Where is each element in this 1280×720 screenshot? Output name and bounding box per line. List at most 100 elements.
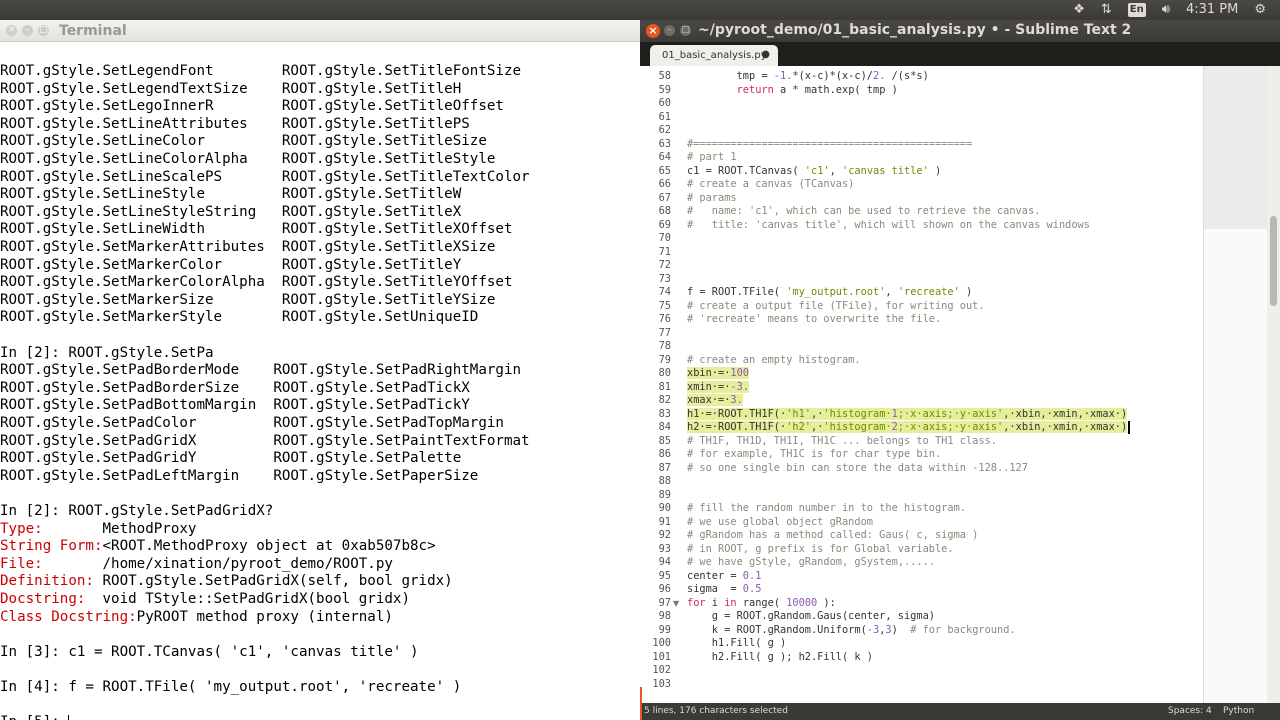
terminal-line-text: ROOT.gStyle.SetMarkerSize ROOT.gStyle.Se…	[0, 291, 496, 308]
code-line: # in ROOT, g prefix is for Global variab…	[687, 543, 954, 557]
terminal-line: Docstring: void TStyle::SetPadGridX(bool…	[0, 591, 410, 609]
line-number: 73	[658, 272, 671, 285]
minimize-icon[interactable]: –	[664, 25, 675, 36]
scrollbar-thumb[interactable]	[1270, 216, 1277, 306]
terminal-line: ROOT.gStyle.SetLegendTextSize ROOT.gStyl…	[0, 81, 461, 99]
selected-code-text: xbin·=·100	[687, 367, 750, 379]
code-line-text: h1.Fill( g )	[687, 637, 787, 649]
system-tray: ❖ ⇅ En 🔊︎ 4:31 PM ⚙	[1073, 2, 1266, 18]
terminal-line: String Form:<ROOT.MethodProxy object at …	[0, 538, 436, 556]
code-line: #=======================================…	[687, 138, 972, 152]
terminal-line: ROOT.gStyle.SetPadGridX ROOT.gStyle.SetP…	[0, 433, 530, 451]
line-number: 96	[658, 583, 671, 595]
code-line: xmin·=·-3.	[687, 380, 750, 395]
terminal-line: ROOT.gStyle.SetMarkerColorAlpha ROOT.gSt…	[0, 274, 513, 292]
keyboard-layout-indicator[interactable]: En	[1127, 3, 1146, 17]
help-field-key: File:	[0, 555, 43, 572]
code-line-text: # for example, TH1C is for char type bin…	[687, 448, 942, 460]
code-line-text: for i in range( 10000 ):	[687, 596, 836, 609]
launcher-accent	[640, 687, 642, 720]
selected-code-text: h2·=·ROOT.TH1F(·'h2',·'histogram·2;·x·ax…	[687, 421, 1128, 433]
code-line: xmax·=·3.	[687, 394, 743, 408]
line-number: 81	[658, 380, 671, 393]
terminal-line: ROOT.gStyle.SetLineColorAlpha ROOT.gStyl…	[0, 151, 495, 169]
maximize-icon[interactable]: □	[38, 25, 49, 36]
tab-bar: 01_basic_analysis.py ●	[640, 42, 1280, 66]
code-line: h1.Fill( g )	[687, 637, 786, 651]
terminal-line: ROOT.gStyle.SetLineStyle ROOT.gStyle.Set…	[0, 186, 461, 204]
terminal-line: Class Docstring:PyROOT method proxy (int…	[0, 609, 393, 627]
code-line-text: k = ROOT.gRandom.Uniform(-3,3) # for bac…	[687, 623, 1016, 636]
volume-icon[interactable]: 🔊︎	[1162, 2, 1170, 18]
terminal-line-text: ROOT.gStyle.SetLineColorAlpha ROOT.gStyl…	[0, 151, 496, 167]
unsaved-dot-icon[interactable]: ●	[761, 49, 770, 60]
terminal-line-text: In [2]: ROOT.gStyle.SetPadGridX?	[0, 503, 274, 519]
terminal-line-text: In [5]:	[0, 714, 68, 720]
terminal-line: ROOT.gStyle.SetLineAttributes ROOT.gStyl…	[0, 116, 470, 134]
terminal-line-text: ROOT.gStyle.SetPadLeftMargin ROOT.gStyle…	[0, 467, 479, 484]
terminal-line-text: ROOT.gStyle.SetLineScalePS ROOT.gStyle.S…	[0, 168, 530, 185]
terminal-line-text: In [3]: c1 = ROOT.TCanvas( 'c1', 'canvas…	[0, 643, 419, 660]
code-area[interactable]: tmp = -1.*(x-c)*(x-c)/2. /(s*s) return a…	[687, 66, 1202, 703]
terminal-output[interactable]: ROOT.gStyle.SetLegendFont ROOT.gStyle.Se…	[0, 42, 640, 720]
terminal-line-text: /home/xination/pyroot_demo/ROOT.py	[42, 555, 393, 572]
fold-arrow-icon[interactable]: ▼	[673, 597, 679, 611]
terminal-line: ROOT.gStyle.SetMarkerColor ROOT.gStyle.S…	[0, 257, 461, 275]
code-line: tmp = -1.*(x-c)*(x-c)/2. /(s*s)	[687, 70, 929, 84]
gear-icon[interactable]: ⚙	[1254, 2, 1266, 18]
code-line-text: h2.Fill( g ); h2.Fill( k )	[687, 650, 873, 663]
terminal-line: ROOT.gStyle.SetLineWidth ROOT.gStyle.Set…	[0, 221, 513, 239]
terminal-line-text: PyROOT method proxy (internal)	[136, 608, 393, 625]
code-line-text: sigma = 0.5	[687, 583, 762, 595]
terminal-line: ROOT.gStyle.SetPadLeftMargin ROOT.gStyle…	[0, 468, 478, 486]
vertical-scrollbar[interactable]	[1267, 66, 1280, 703]
code-line-text: c1 = ROOT.TCanvas( 'c1', 'canvas title' …	[687, 164, 942, 177]
close-icon[interactable]: ×	[646, 24, 660, 38]
sublime-titlebar: × – □ ~/pyroot_demo/01_basic_analysis.py…	[640, 20, 1280, 42]
terminal-cursor	[68, 714, 70, 720]
code-line-text: # TH1F, TH1D, TH1I, TH1C ... belongs to …	[687, 434, 997, 447]
code-line: # create a canvas (TCanvas)	[687, 178, 854, 192]
terminal-line-text: ROOT.gStyle.SetLineStyleString ROOT.gSty…	[0, 203, 462, 220]
code-line-text: #=======================================…	[687, 137, 973, 150]
terminal-line: In [2]: ROOT.gStyle.SetPa	[0, 345, 214, 363]
close-icon[interactable]: ×	[6, 25, 17, 36]
line-number: 75	[658, 299, 671, 312]
help-field-key: Docstring:	[0, 591, 86, 607]
line-number: 94	[658, 556, 671, 568]
selected-code-text: xmin·=·-3.	[687, 380, 750, 393]
code-line: # title: 'canvas title', which will show…	[687, 219, 1090, 233]
tab-label: 01_basic_analysis.py	[662, 50, 767, 61]
tab-01-basic-analysis[interactable]: 01_basic_analysis.py ●	[650, 45, 778, 66]
code-line-text: # 'recreate' means to overwrite the file…	[687, 313, 942, 325]
network-icon[interactable]: ⇅	[1101, 2, 1112, 18]
indentation-status[interactable]: Spaces: 4	[1168, 703, 1212, 720]
code-line: # fill the random number in to the histo…	[687, 502, 966, 516]
code-editor[interactable]: 58 59 60 61 62 63 64 65 66 67 68 69 70 71 72 73 74 75 76 77…	[640, 66, 1280, 703]
code-line-text: f = ROOT.TFile( 'my_output.root', 'recre…	[687, 286, 973, 298]
minimap-viewport[interactable]	[1204, 66, 1268, 229]
code-line: k = ROOT.gRandom.Uniform(-3,3) # for bac…	[687, 624, 1016, 638]
maximize-icon[interactable]: □	[680, 25, 691, 36]
line-number: 60	[658, 97, 671, 109]
code-line: # part 1	[687, 151, 737, 165]
clock[interactable]: 4:31 PM	[1186, 2, 1238, 18]
syntax-status[interactable]: Python	[1223, 703, 1254, 720]
line-gutter: 58 59 60 61 62 63 64 65 66 67 68 69 70 71 72 73 74 75 76 77…	[640, 66, 682, 703]
code-line-text: # create a output file (TFile), for writ…	[687, 299, 985, 312]
minimap[interactable]	[1203, 66, 1268, 703]
line-number: 76	[658, 313, 671, 325]
terminal-line: ROOT.gStyle.SetLineStyleString ROOT.gSty…	[0, 204, 461, 222]
code-line: for i in range( 10000 ):	[687, 597, 836, 611]
line-number: 100	[652, 637, 671, 649]
code-line-text: # we use global object gRandom	[687, 515, 873, 528]
code-line: # gRandom has a method called: Gaus( c, …	[687, 529, 978, 543]
dropbox-icon[interactable]: ❖	[1073, 2, 1085, 18]
terminal-line-text: ROOT.gStyle.SetLineAttributes ROOT.gStyl…	[0, 115, 470, 132]
code-line: xbin·=·100	[687, 367, 750, 381]
code-line: # we use global object gRandom	[687, 516, 873, 530]
line-number: 67	[658, 191, 671, 204]
code-line-text: # fill the random number in to the histo…	[687, 502, 966, 514]
minimize-icon[interactable]: –	[22, 25, 33, 36]
terminal-line-text: void TStyle::SetPadGridX(bool gridx)	[85, 591, 411, 607]
